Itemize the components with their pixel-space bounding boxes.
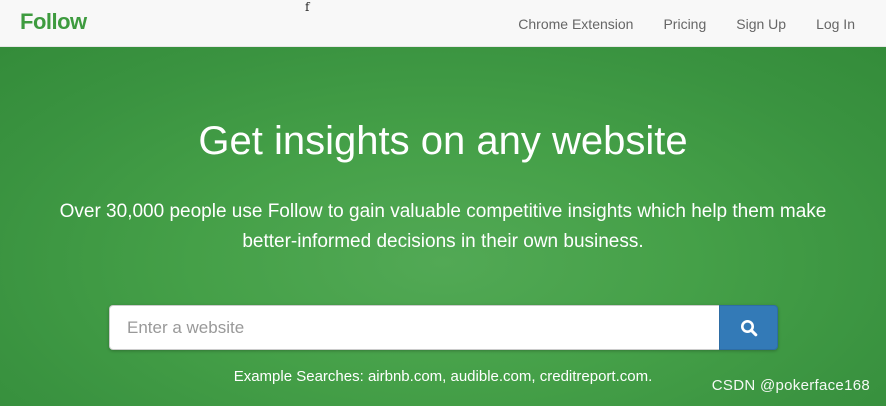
example-link-airbnb[interactable]: airbnb.com	[368, 368, 442, 385]
nav-chrome-extension[interactable]: Chrome Extension	[518, 16, 633, 32]
nav-links: Chrome Extension Pricing Sign Up Log In	[503, 0, 886, 47]
logo[interactable]: Follow	[20, 9, 87, 35]
search-input[interactable]	[109, 305, 719, 350]
example-link-creditreport[interactable]: creditreport.com	[540, 368, 648, 385]
nav-log-in[interactable]: Log In	[816, 16, 855, 32]
example-searches-label: Example Searches:	[233, 368, 364, 385]
search-icon	[740, 319, 757, 336]
example-link-audible[interactable]: audible.com	[451, 368, 532, 385]
hero-section: Get insights on any website Over 30,000 …	[0, 47, 886, 406]
watermark: CSDN @pokerface168	[711, 377, 870, 394]
page: Follow f Chrome Extension Pricing Sign U…	[0, 0, 886, 406]
search-button[interactable]	[719, 305, 778, 350]
search-group	[109, 305, 778, 350]
hero-subtitle: Over 30,000 people use Follow to gain va…	[59, 201, 827, 252]
nav-pricing[interactable]: Pricing	[663, 16, 706, 32]
nav-sign-up[interactable]: Sign Up	[736, 16, 786, 32]
hero-title: Get insights on any website	[198, 119, 688, 163]
top-navbar: Follow f Chrome Extension Pricing Sign U…	[0, 0, 886, 47]
stray-text: f	[305, 0, 310, 14]
example-searches-period: .	[648, 368, 653, 385]
